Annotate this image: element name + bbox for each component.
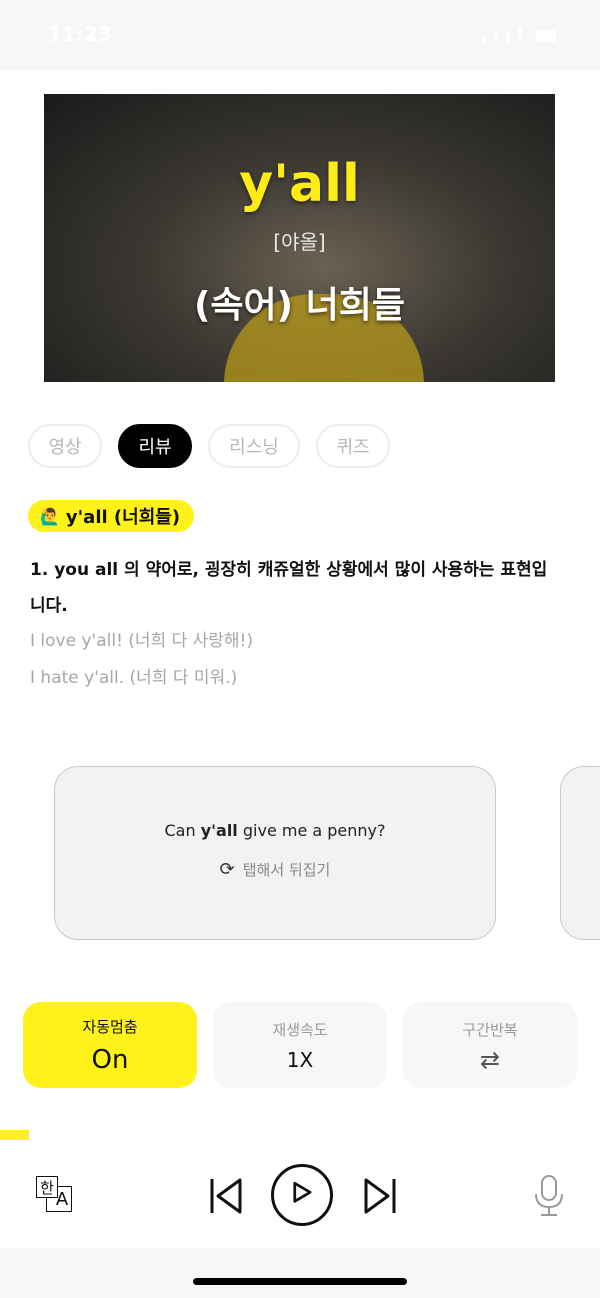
- example-sentence: I love y'all! (너희 다 사랑해!): [30, 631, 254, 651]
- repeat-icon: ⇄: [479, 1045, 501, 1074]
- word-chip-label: y'all (너희들): [65, 507, 181, 528]
- flashcard[interactable]: Can y'all give me a penny? ⟳ 탭해서 뒤집기: [54, 766, 496, 940]
- signal-bar: [494, 34, 498, 42]
- previous-icon[interactable]: [208, 1176, 244, 1216]
- flashcard-sentence: Can y'all give me a penny?: [55, 821, 495, 840]
- player-controls: 한 A: [0, 1146, 600, 1246]
- sentence-part: give me a penny?: [237, 821, 386, 840]
- status-time: 11:23: [48, 22, 112, 46]
- video-subtitle-meaning: (속어) 너희들: [193, 285, 406, 326]
- home-indicator[interactable]: [193, 1278, 407, 1285]
- status-bar: 11:23: [0, 0, 600, 70]
- tab-quiz[interactable]: 퀴즈: [316, 424, 390, 468]
- video-subtitle-pronunciation: [야올]: [273, 230, 326, 254]
- signal-bar: [506, 31, 510, 42]
- playback-speed-button[interactable]: 재생속도 1X: [213, 1002, 387, 1088]
- play-icon: [293, 1181, 312, 1203]
- playback-speed-label: 재생속도: [272, 1020, 328, 1039]
- video-corner-left: [44, 94, 50, 116]
- raising-hand-icon: 🙋‍♂️: [40, 506, 60, 526]
- section-repeat-button[interactable]: 구간반복 ⇄: [403, 1002, 577, 1088]
- word-definition: 1. you all 의 약어로, 굉장히 캐쥬얼한 상황에서 많이 사용하는 …: [30, 560, 548, 616]
- auto-stop-label: 자동멈춤: [82, 1017, 138, 1036]
- signal-bar: [518, 28, 522, 42]
- progress-bar: [0, 1130, 29, 1140]
- word-chip: 🙋‍♂️ y'all (너희들): [28, 500, 195, 532]
- playback-speed-value: 1X: [286, 1047, 314, 1072]
- section-repeat-label: 구간반복: [462, 1020, 518, 1039]
- video-player[interactable]: y'all [야올] (속어) 너희들: [44, 94, 555, 382]
- auto-stop-value: On: [91, 1044, 129, 1075]
- video-corner-right: [549, 94, 555, 116]
- signal-icon: [482, 37, 486, 42]
- translate-han-glyph: 한: [36, 1176, 58, 1198]
- battery-icon: [536, 30, 556, 42]
- translate-button[interactable]: 한 A: [36, 1176, 72, 1212]
- refresh-icon: ⟳: [219, 859, 235, 880]
- sentence-keyword: y'all: [200, 821, 238, 840]
- auto-stop-button[interactable]: 자동멈춤 On: [23, 1002, 197, 1088]
- flip-label: 탭해서 뒤집기: [242, 861, 331, 879]
- tab-listening[interactable]: 리스닝: [208, 424, 300, 468]
- sentence-part: Can: [164, 821, 201, 840]
- microphone-icon[interactable]: [532, 1174, 566, 1218]
- home-area: [0, 1248, 600, 1298]
- video-subtitle-word: y'all: [239, 154, 360, 214]
- flip-hint[interactable]: ⟳ 탭해서 뒤집기: [55, 859, 495, 880]
- status-icons: [482, 28, 556, 42]
- next-flashcard-peek[interactable]: [560, 766, 600, 940]
- tab-review[interactable]: 리뷰: [118, 424, 192, 468]
- play-button[interactable]: [271, 1164, 333, 1226]
- example-sentence: I hate y'all. (너희 다 미워.): [30, 668, 238, 688]
- tab-bar: 영상 리뷰 리스닝 퀴즈: [28, 424, 390, 468]
- tab-video[interactable]: 영상: [28, 424, 102, 468]
- next-icon[interactable]: [362, 1176, 398, 1216]
